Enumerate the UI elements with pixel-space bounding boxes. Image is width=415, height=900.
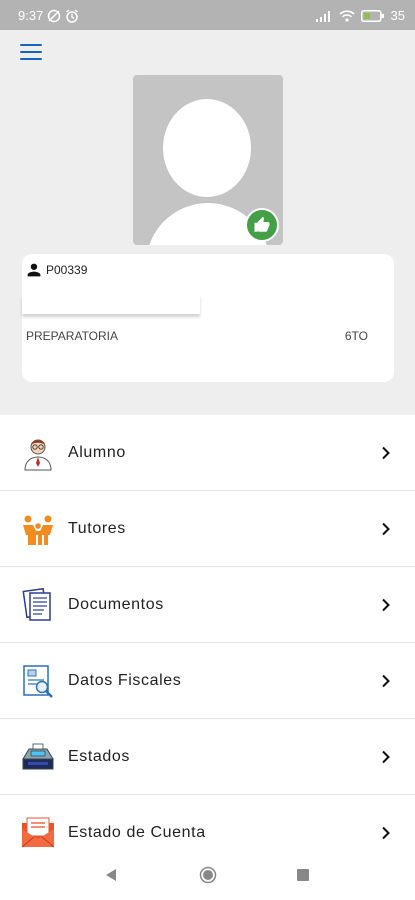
status-bar: 9:37 35 (0, 0, 415, 30)
menu-label: Alumno (68, 443, 126, 461)
menu-item-datos-fiscales[interactable]: Datos Fiscales (0, 643, 415, 719)
chevron-right-icon (382, 522, 390, 535)
school-grade: 6TO (344, 329, 368, 343)
menu-line (20, 44, 42, 46)
student-id: P00339 (46, 263, 88, 277)
like-button[interactable] (245, 208, 279, 242)
status-right: 35 (315, 8, 405, 23)
menu-label: Estados (68, 747, 131, 765)
fiscal-data-icon (23, 664, 53, 698)
chevron-right-icon (382, 750, 390, 763)
documents-icon (22, 587, 51, 621)
profile-header: P00339 PREPARATORIA 6TO (0, 30, 415, 415)
chevron-right-icon (382, 446, 390, 459)
system-nav-bar (0, 850, 415, 900)
student-id-row: P00339 (26, 262, 87, 278)
menu-item-tutores[interactable]: Tutores (0, 491, 415, 567)
student-info-card: P00339 PREPARATORIA 6TO (22, 254, 394, 382)
chevron-right-icon (382, 826, 390, 839)
home-icon[interactable] (199, 866, 217, 884)
battery-level: 35 (390, 8, 405, 23)
status-time: 9:37 (18, 8, 44, 23)
family-icon (23, 515, 53, 545)
menu-label: Datos Fiscales (68, 671, 182, 689)
menu-label: Tutores (68, 519, 126, 537)
menu-label: Estado de Cuenta (68, 823, 206, 841)
cash-register-icon (22, 743, 54, 769)
student-icon (24, 439, 52, 470)
thumbs-up-icon (254, 216, 270, 232)
account-statement-icon (21, 817, 55, 847)
menu-item-estados[interactable]: Estados (0, 719, 415, 795)
menu-item-documentos[interactable]: Documentos (0, 567, 415, 643)
menu-list: Alumno Tutores Documentos Datos Fiscales… (0, 415, 415, 871)
dnd-icon (48, 9, 61, 22)
menu-item-alumno[interactable]: Alumno (0, 415, 415, 491)
student-name-field (22, 294, 200, 314)
chevron-right-icon (382, 598, 390, 611)
menu-label: Documentos (68, 595, 164, 613)
school-level: PREPARATORIA (26, 329, 119, 343)
person-icon (27, 263, 41, 277)
menu-line (20, 51, 42, 53)
menu-line (20, 58, 42, 60)
hamburger-menu-button[interactable] (20, 44, 42, 62)
alarm-icon (66, 8, 79, 23)
back-icon[interactable] (104, 868, 118, 882)
wifi-icon (338, 9, 355, 22)
recent-apps-icon[interactable] (297, 869, 309, 881)
battery-icon (360, 9, 384, 22)
status-left: 9:37 (18, 8, 79, 23)
avatar-head (163, 99, 251, 197)
chevron-right-icon (382, 674, 390, 687)
signal-icon (315, 10, 330, 22)
